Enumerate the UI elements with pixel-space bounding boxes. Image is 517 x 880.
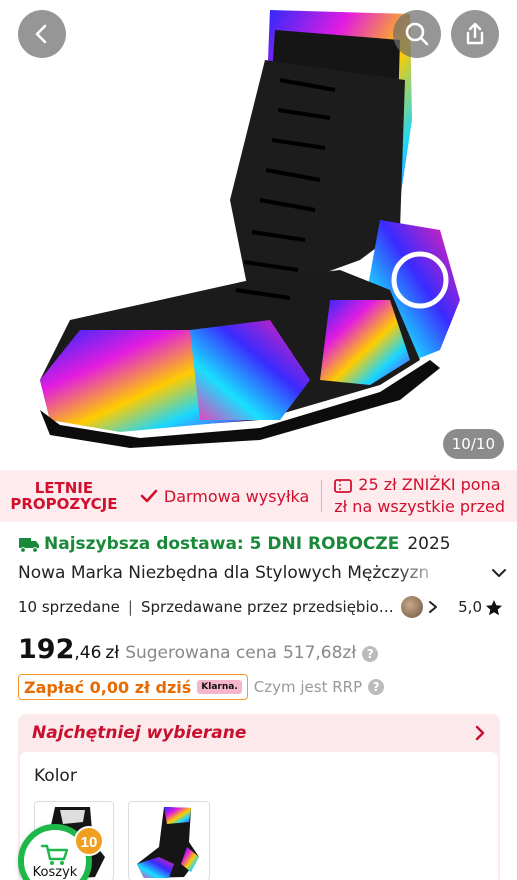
product-image-gallery[interactable]: 10/10 [0,0,517,470]
chevron-left-icon [35,24,47,44]
color-swatch-2[interactable] [128,801,210,880]
search-button[interactable] [393,10,441,58]
most-chosen-title: Najchętniej wybierane [32,723,247,743]
promo-title: LETNIE PROPOZYCJE [10,479,118,513]
chevron-down-icon[interactable] [490,567,508,579]
product-title: Nowa Marka Niezbędna dla Stylowych Mężcz… [18,563,430,583]
cart-label: Koszyk [32,864,78,880]
free-shipping-badge: Darmowa wysyłka [128,487,321,506]
price-row: 192 ,46 zł Sugerowana cena 517,68zł ? [18,634,379,665]
share-icon [466,22,484,45]
product-meta: 10 sprzedane | Sprzedawane przez przedsi… [18,596,503,618]
product-image [40,10,460,448]
seller-link[interactable]: Sprzedawane przez przedsiębiorcę [141,598,397,616]
cart-icon [40,844,69,865]
price-main: 192 [18,634,75,665]
coupon-icon [334,479,353,493]
rrp-question-icon[interactable]: ? [368,679,385,695]
cart-count-badge: 10 [74,826,104,856]
title-year: 2025 [407,534,451,554]
most-chosen-header[interactable]: Najchętniej wybierane [18,714,500,752]
rating-value: 5,0 [458,598,482,616]
delivery-truck-icon [19,538,39,553]
search-icon [405,22,429,46]
sold-count: 10 sprzedane [18,598,120,616]
checkmark-icon [140,489,158,503]
rrp-label: Sugerowana cena [125,643,277,663]
share-button[interactable] [451,10,499,58]
rrp-question[interactable]: Czym jest RRP [254,678,362,696]
swatch-thumbnail [137,807,199,878]
promo-banner[interactable]: LETNIE PROPOZYCJE Darmowa wysyłka 25 zł … [0,470,517,522]
seller-avatar[interactable] [400,596,423,618]
image-counter: 10/10 [442,429,504,459]
price-decimal: ,46 [74,643,102,663]
pay-later-label: Zapłać 0,00 zł dziś [24,677,192,697]
star-icon [486,599,502,615]
color-label: Kolor [34,766,77,786]
delivery-info: Najszybsza dostawa: 5 DNI ROBOCZE 2025 [18,534,451,554]
price-currency: zł [105,643,120,663]
meta-divider: | [127,598,133,616]
rrp-value: 517,68zł [282,643,357,663]
product-title-row[interactable]: Nowa Marka Niezbędna dla Stylowych Mężcz… [18,563,508,583]
back-button[interactable] [18,10,66,58]
chevron-right-icon [475,725,485,741]
klarna-logo: Klarna. [197,680,242,694]
rating[interactable]: 5,0 [458,598,503,616]
chevron-right-icon[interactable] [427,600,439,614]
pay-later-badge[interactable]: Zapłać 0,00 zł dziś Klarna. [18,674,248,700]
delivery-label: Najszybsza dostawa: 5 DNI ROBOCZE [44,534,400,554]
rrp-info-icon[interactable]: ? [362,646,379,662]
discount-badge: 25 zł ZNIŻKI pona zł na wszystkie przed [334,475,505,516]
pay-later-row[interactable]: Zapłać 0,00 zł dziś Klarna. Czym jest RR… [18,674,385,700]
